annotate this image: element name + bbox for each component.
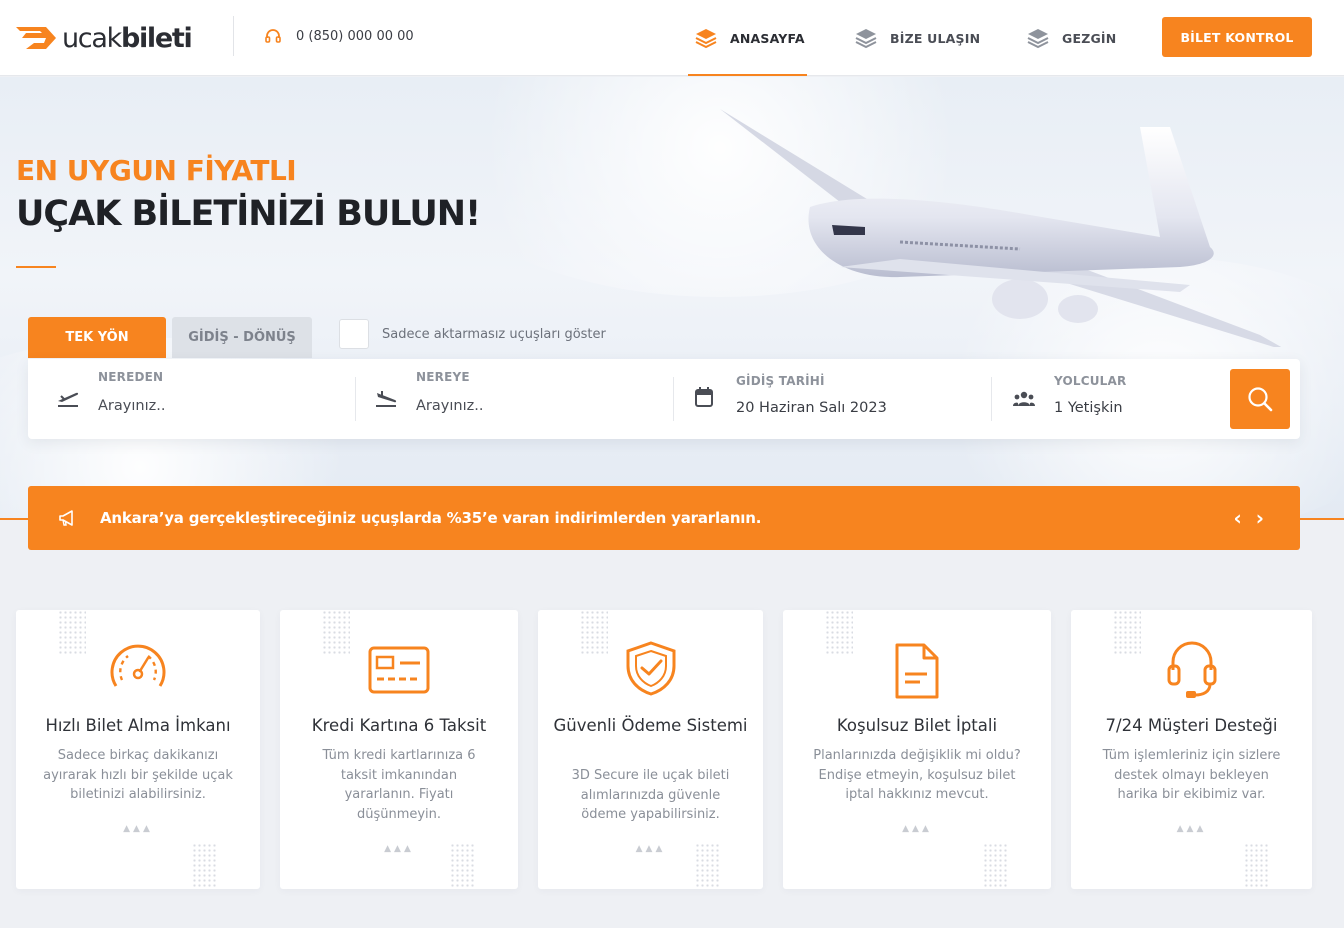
document-icon <box>895 643 939 699</box>
search-icon <box>1248 387 1273 412</box>
dot-pattern <box>983 843 1009 889</box>
feature-title: Güvenli Ödeme Sistemi <box>553 716 748 735</box>
feature-card: 7/24 Müşteri Desteği Tüm işlemleriniz iç… <box>1071 610 1312 889</box>
feature-description: Tüm işlemleriniz için sizlere destek olm… <box>1102 748 1281 802</box>
origin-label: NEREDEN <box>98 370 164 384</box>
feature-card: Kredi Kartına 6 Taksit Tüm kredi kartlar… <box>280 610 518 889</box>
layers-icon <box>1027 29 1049 49</box>
promo-next-button[interactable]: › <box>1256 506 1264 530</box>
airplane-illustration <box>720 109 1282 347</box>
decorative-triangles: ▲▲▲ <box>384 844 414 854</box>
feature-description: Tüm kredi kartlarınıza 6 taksit imkanınd… <box>322 748 476 822</box>
flight-search-form: NEREDEN NEREYE GİDİŞ TARİHİ 20 Haziran S… <box>28 359 1300 439</box>
search-button[interactable] <box>1230 369 1290 429</box>
decorative-triangles: ▲▲▲ <box>635 844 666 854</box>
feature-title: Hızlı Bilet Alma İmkanı <box>45 716 231 735</box>
brand-name: ucakbileti <box>62 22 193 54</box>
header-divider <box>233 16 234 56</box>
layers-icon <box>695 29 717 49</box>
users-icon <box>1013 391 1035 406</box>
origin-input[interactable] <box>98 398 318 414</box>
plane-landing-icon <box>376 391 397 407</box>
dot-pattern <box>825 610 853 654</box>
nav-label: BİZE ULAŞIN <box>890 30 981 46</box>
destination-label: NEREYE <box>416 370 470 384</box>
feature-card: Hızlı Bilet Alma İmkanı Sadece birkaç da… <box>16 610 260 889</box>
megaphone-icon <box>59 510 73 526</box>
promo-text: Ankara’ya gerçekleştireceğiniz uçuşlarda… <box>100 509 762 527</box>
dot-pattern <box>1244 843 1270 889</box>
decorative-triangles: ▲▲▲ <box>123 824 153 834</box>
support-phone[interactable]: 0 (850) 000 00 00 <box>264 27 414 45</box>
nav-item-home[interactable]: ANASAYFA <box>694 0 805 76</box>
dot-pattern <box>192 843 218 889</box>
destination-field[interactable]: NEREYE <box>346 359 673 439</box>
promo-prev-button[interactable]: ‹ <box>1234 506 1242 530</box>
credit-card-icon <box>368 646 430 694</box>
passengers-label: YOLCULAR <box>1054 374 1127 388</box>
site-header: ucakbileti 0 (850) 000 00 00 ANASAYFA Bİ… <box>0 0 1344 76</box>
decorative-triangles: ▲▲▲ <box>902 824 932 834</box>
nav-active-indicator <box>688 74 807 76</box>
nav-label: GEZGİN <box>1062 30 1117 46</box>
departure-date-value: 20 Haziran Salı 2023 <box>736 400 887 416</box>
shield-check-icon <box>626 641 675 696</box>
departure-date-field[interactable]: GİDİŞ TARİHİ 20 Haziran Salı 2023 <box>666 359 986 439</box>
plane-takeoff-icon <box>58 392 79 407</box>
ticket-check-button[interactable]: BİLET KONTROL <box>1162 17 1312 57</box>
decorative-triangles: ▲▲▲ <box>1176 824 1207 834</box>
feature-description: Sadece birkaç dakikanızı ayırarak hızlı … <box>43 748 233 802</box>
nav-item-contact[interactable]: BİZE ULAŞIN <box>854 0 980 76</box>
dot-pattern <box>322 610 350 654</box>
dot-pattern <box>1113 610 1141 654</box>
tab-round-trip[interactable]: GİDİŞ - DÖNÜŞ <box>172 317 312 358</box>
dot-pattern <box>58 610 86 654</box>
hero-title: UÇAK BİLETİNİZİ BULUN! <box>16 194 481 234</box>
feature-title: 7/24 Müşteri Desteği <box>1105 716 1278 735</box>
promo-carousel-controls: ‹ › <box>1234 506 1265 530</box>
feature-description: 3D Secure ile uçak bileti alımlarınızda … <box>571 768 730 822</box>
tab-one-way[interactable]: TEK YÖN <box>28 317 166 358</box>
feature-title: Koşulsuz Bilet İptali <box>836 716 998 735</box>
promo-banner: Ankara’ya gerçekleştireceğiniz uçuşlarda… <box>28 486 1300 550</box>
destination-input[interactable] <box>416 398 636 414</box>
dot-pattern <box>695 843 721 889</box>
phone-number: 0 (850) 000 00 00 <box>296 28 414 44</box>
calendar-icon <box>695 387 713 407</box>
nonstop-filter[interactable]: Sadece aktarmasız uçuşları göster <box>339 319 606 349</box>
layers-icon <box>855 29 877 49</box>
hero-accent-line <box>16 266 56 268</box>
speedometer-icon <box>110 644 166 687</box>
brand-logo[interactable]: ucakbileti <box>16 20 193 56</box>
dot-pattern <box>450 843 476 889</box>
feature-description: Planlarınızda değişiklik mi oldu? Endişe… <box>813 748 1021 802</box>
headphones-icon <box>265 29 281 43</box>
nav-item-traveler[interactable]: GEZGİN <box>1026 0 1116 76</box>
origin-field[interactable]: NEREDEN <box>28 359 355 439</box>
feature-card: Güvenli Ödeme Sistemi 3D Secure ile uçak… <box>538 610 763 889</box>
nonstop-checkbox[interactable] <box>339 319 369 349</box>
hero-section: EN UYGUN FİYATLI UÇAK BİLETİNİZİ BULUN! … <box>0 77 1344 518</box>
passengers-field[interactable]: YOLCULAR 1 Yetişkin <box>984 359 1224 439</box>
headset-icon <box>1167 641 1216 698</box>
departure-date-label: GİDİŞ TARİHİ <box>736 374 825 388</box>
hero-subtitle: EN UYGUN FİYATLI <box>16 154 297 187</box>
dot-pattern <box>580 610 608 654</box>
logo-wings-icon <box>16 27 56 49</box>
feature-title: Kredi Kartına 6 Taksit <box>311 716 487 735</box>
nonstop-label: Sadece aktarmasız uçuşları göster <box>382 326 606 342</box>
feature-card: Koşulsuz Bilet İptali Planlarınızda deği… <box>783 610 1051 889</box>
nav-label: ANASAYFA <box>730 30 805 46</box>
